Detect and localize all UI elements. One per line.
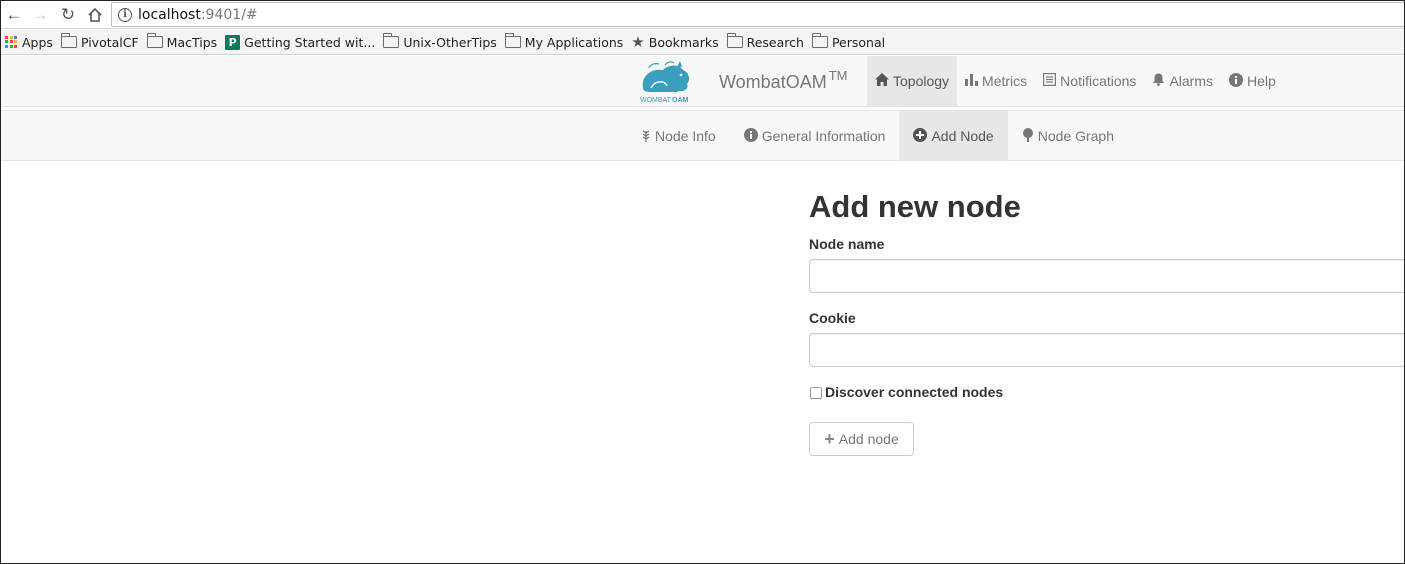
cookie-input[interactable] — [809, 333, 1404, 367]
browser-toolbar: ← → ↻ i localhost:9401/# — [1, 1, 1404, 29]
bookmark-pivotalcf[interactable]: PivotalCF — [60, 33, 139, 50]
logo-text-right: OAM — [672, 97, 689, 104]
nav-alarms[interactable]: Alarms — [1144, 56, 1221, 106]
subnav-node-info[interactable]: Node Info — [627, 111, 730, 161]
wombat-logo[interactable]: WOMBAT OAM — [637, 58, 693, 104]
subnav-label: Add Node — [931, 128, 994, 144]
page-title: Add new node — [809, 189, 1021, 224]
info-circle-icon — [743, 127, 758, 145]
tree-icon — [1022, 127, 1034, 145]
bookmark-label: My Applications — [524, 34, 624, 50]
trademark-mark: TM — [828, 68, 848, 83]
address-bar[interactable]: i localhost:9401/# — [111, 2, 1404, 27]
reload-icon[interactable]: ↻ — [57, 4, 79, 26]
folder-icon — [146, 33, 163, 48]
folder-icon — [60, 33, 77, 48]
nav-topology[interactable]: Topology — [867, 56, 958, 106]
subnav-add-node[interactable]: Add Node — [899, 111, 1008, 161]
brand-title[interactable]: WombatOAM TM — [719, 68, 847, 93]
folder-icon — [811, 33, 828, 48]
p-favicon-icon: P — [225, 34, 241, 50]
subnav-node-graph[interactable]: Node Graph — [1008, 111, 1128, 161]
bell-icon — [1152, 73, 1165, 89]
folder-icon — [504, 33, 521, 48]
nav-metrics[interactable]: Metrics — [957, 56, 1035, 106]
nav-help[interactable]: Help — [1221, 56, 1284, 106]
forward-arrow-icon[interactable]: → — [29, 4, 51, 26]
site-info-icon[interactable]: i — [118, 8, 132, 22]
bookmark-unix-othertips[interactable]: Unix-OtherTips — [383, 33, 497, 50]
bookmark-bookmarks[interactable]: ★ Bookmarks — [631, 32, 719, 51]
nav-label: Metrics — [982, 73, 1028, 89]
subnav-label: Node Info — [655, 128, 716, 144]
discover-nodes-label[interactable]: Discover connected nodes — [825, 384, 1003, 400]
nav-label: Topology — [893, 73, 950, 89]
list-icon — [1043, 73, 1057, 89]
main-nav: Topology Metrics Notifications Alarms He… — [867, 56, 1284, 106]
bookmarks-bar: Apps PivotalCF MacTips P Getting Started… — [1, 30, 1404, 55]
url-path: :9401/# — [200, 7, 258, 23]
sub-nav: Node Info General Information Add Node N… — [627, 111, 1128, 161]
cookie-label: Cookie — [809, 310, 856, 326]
home-icon[interactable] — [84, 4, 106, 26]
logo-text-left: WOMBAT — [640, 97, 672, 104]
nav-label: Help — [1247, 73, 1276, 89]
bookmark-label: Bookmarks — [648, 34, 719, 50]
brand-name: WombatOAM — [719, 72, 827, 92]
bookmark-apps[interactable]: Apps — [5, 35, 53, 50]
star-icon: ★ — [631, 32, 645, 51]
browser-window: ← → ↻ i localhost:9401/# Apps PivotalCF … — [0, 0, 1405, 564]
bookmark-label: MacTips — [166, 34, 218, 50]
bookmark-label: Apps — [22, 34, 53, 50]
bookmark-personal[interactable]: Personal — [811, 33, 886, 50]
plus-icon: + — [824, 429, 835, 449]
bookmark-mactips[interactable]: MacTips — [146, 33, 218, 50]
subnav-label: General Information — [761, 128, 886, 144]
bookmark-label: PivotalCF — [80, 34, 139, 50]
url-text: localhost:9401/# — [138, 7, 258, 23]
home-icon — [875, 73, 889, 89]
back-arrow-icon[interactable]: ← — [3, 4, 25, 26]
plus-circle-icon — [913, 127, 928, 145]
subnav-general-information[interactable]: General Information — [730, 111, 900, 161]
sub-navbar: Node Info General Information Add Node N… — [1, 111, 1404, 161]
add-node-button-label: Add node — [838, 431, 899, 447]
info-circle-icon — [1229, 72, 1243, 90]
node-name-input[interactable] — [809, 259, 1404, 293]
node-name-label: Node name — [809, 236, 885, 252]
wombat-logo-icon: WOMBAT OAM — [640, 61, 690, 104]
bookmark-label: Research — [746, 34, 804, 50]
bookmark-getting-started[interactable]: P Getting Started wit... — [225, 34, 376, 50]
nav-label: Alarms — [1169, 73, 1213, 89]
folder-icon — [726, 33, 743, 48]
bar-chart-icon — [965, 73, 979, 89]
bookmark-label: Getting Started wit... — [244, 34, 376, 50]
app-navbar: WOMBAT OAM WombatOAMTM Topology Metrics — [1, 56, 1404, 107]
grain-icon — [641, 128, 651, 145]
nav-notifications[interactable]: Notifications — [1035, 56, 1144, 106]
discover-nodes-checkbox[interactable] — [810, 387, 822, 399]
apps-grid-icon — [5, 35, 18, 49]
folder-icon — [383, 33, 400, 48]
bookmark-research[interactable]: Research — [726, 33, 804, 50]
subnav-label: Node Graph — [1037, 128, 1115, 144]
nav-label: Notifications — [1060, 73, 1137, 89]
url-host: localhost — [138, 7, 201, 23]
add-node-button[interactable]: + Add node — [809, 422, 914, 456]
bookmark-label: Personal — [831, 34, 886, 50]
bookmark-label: Unix-OtherTips — [403, 34, 497, 50]
bookmark-my-applications[interactable]: My Applications — [504, 33, 624, 50]
